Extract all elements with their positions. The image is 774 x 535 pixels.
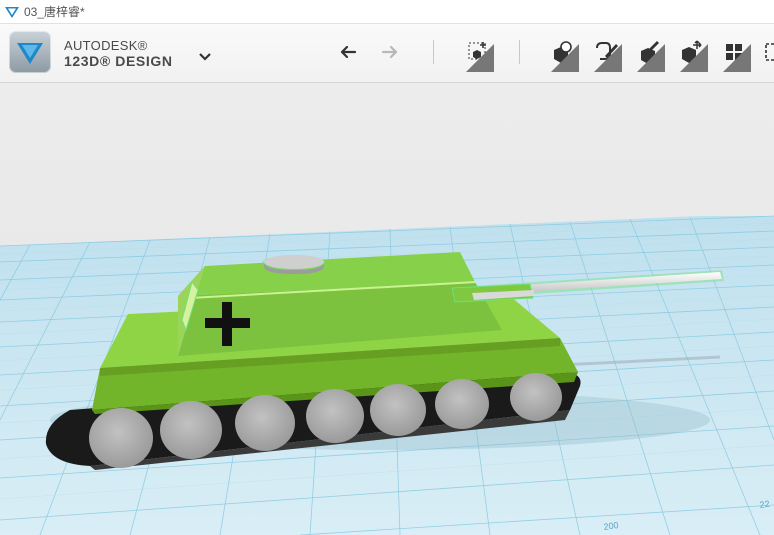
road-wheel[interactable] [370, 384, 426, 436]
chevron-down-icon[interactable] [198, 52, 212, 62]
menu-corner-icon [466, 44, 494, 72]
undo-icon [340, 45, 357, 59]
road-wheel[interactable] [160, 401, 222, 459]
title-bar: 03_唐梓睿* [0, 0, 774, 24]
window-title: 03_唐梓睿* [24, 5, 85, 19]
app-logo[interactable] [9, 31, 51, 73]
construct-button[interactable] [592, 38, 622, 72]
menu-corner-icon [680, 44, 708, 72]
menu-corner-icon [723, 44, 751, 72]
toolbar-separator [433, 40, 434, 64]
menu-corner-icon [551, 44, 579, 72]
group-button[interactable] [762, 38, 774, 66]
app-logo-icon [17, 43, 43, 64]
redo-button[interactable] [376, 38, 404, 66]
menu-corner-icon [637, 44, 665, 72]
sketch-button[interactable] [549, 38, 579, 72]
brand-line1: AUTODESK® [64, 38, 148, 53]
brand: AUTODESK® 123D® DESIGN [64, 38, 173, 69]
brand-line2: 123D® DESIGN [64, 53, 173, 69]
viewport-3d[interactable]: 200 22 [0, 83, 774, 535]
app-v-icon [5, 6, 19, 18]
undo-button[interactable] [334, 38, 362, 66]
grid-label-200: 200 [603, 520, 619, 532]
road-wheel[interactable] [435, 379, 489, 429]
menu-corner-icon [594, 44, 622, 72]
scene-canvas[interactable]: 200 22 [0, 83, 774, 535]
modify-button[interactable] [635, 38, 665, 72]
hatch[interactable] [264, 255, 324, 269]
pattern-button[interactable] [721, 38, 751, 72]
road-wheel[interactable] [306, 389, 364, 443]
grid-label-22: 22 [759, 499, 770, 510]
main-toolbar: AUTODESK® 123D® DESIGN [0, 24, 774, 83]
transform-button[interactable] [678, 38, 708, 72]
redo-icon [381, 45, 398, 59]
toolbar-separator [519, 40, 520, 64]
road-wheel[interactable] [510, 373, 562, 421]
road-wheel[interactable] [235, 395, 295, 451]
road-wheel[interactable] [89, 408, 153, 468]
primitives-button[interactable] [464, 38, 494, 72]
group-icon [765, 43, 774, 61]
